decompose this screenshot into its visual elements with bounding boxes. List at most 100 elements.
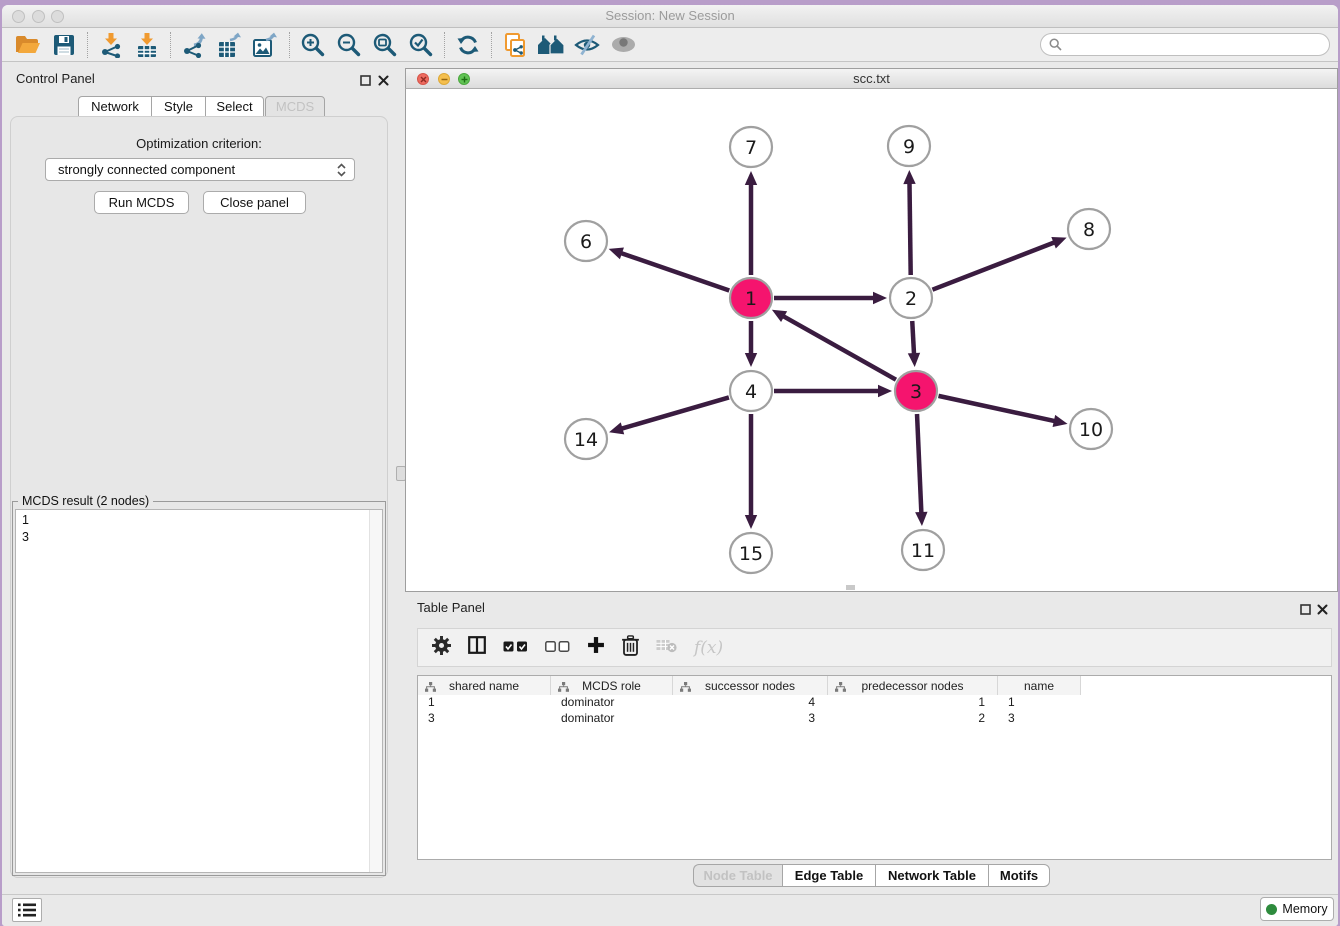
window-titlebar: Session: New Session (2, 5, 1338, 28)
refresh-layout-icon[interactable] (450, 30, 486, 60)
table-cell[interactable]: 2 (828, 711, 998, 727)
control-panel-tabs: Network Style Select MCDS (78, 96, 325, 117)
memory-button[interactable]: Memory (1260, 897, 1334, 921)
optimization-criterion-dropdown[interactable]: strongly connected component (45, 158, 355, 181)
add-column-icon[interactable] (587, 636, 605, 659)
float-table-panel-icon[interactable] (1300, 602, 1311, 620)
graph-edge[interactable] (909, 182, 910, 275)
table-cell[interactable]: 3 (673, 711, 828, 727)
graph-edge-arrowhead (878, 385, 892, 397)
run-mcds-button[interactable]: Run MCDS (94, 191, 189, 214)
close-window-icon[interactable] (12, 10, 25, 23)
close-panel-button[interactable]: Close panel (203, 191, 306, 214)
zoom-fit-icon[interactable] (367, 30, 403, 60)
mcds-result-values: 13 (22, 512, 29, 546)
graph-node-label: 4 (745, 381, 757, 403)
function-builder-icon[interactable]: f(x) (694, 638, 723, 658)
graph-edge[interactable] (917, 414, 921, 514)
maximize-window-icon[interactable] (51, 10, 64, 23)
column-header-shared-name[interactable]: shared name (418, 676, 551, 695)
graph-edge-arrowhead (609, 248, 624, 260)
column-header-successor-nodes[interactable]: successor nodes (673, 676, 828, 695)
graph-edge[interactable] (938, 396, 1055, 421)
hide-panel-eye-icon[interactable] (569, 30, 605, 60)
column-header-name[interactable]: name (998, 676, 1081, 695)
search-field[interactable] (1040, 33, 1330, 56)
table-cell[interactable]: 1 (418, 695, 551, 711)
clone-network-icon[interactable] (497, 30, 533, 60)
save-session-icon[interactable] (46, 30, 82, 60)
export-table-icon[interactable] (212, 30, 248, 60)
node-table[interactable]: shared name MCDS role successor nodes pr… (417, 675, 1332, 860)
graph-edge[interactable] (782, 316, 896, 380)
tab-motifs[interactable]: Motifs (988, 864, 1050, 887)
tab-mcds[interactable]: MCDS (265, 96, 325, 117)
search-input[interactable] (1067, 38, 1329, 52)
column-type-icon (835, 681, 846, 695)
toggle-panel-columns-icon[interactable] (468, 636, 486, 659)
select-all-icon[interactable] (503, 639, 528, 657)
mcds-result-title: MCDS result (2 nodes) (18, 494, 153, 508)
tab-select[interactable]: Select (205, 96, 264, 117)
mcds-result-textarea[interactable] (15, 509, 383, 873)
table-row[interactable]: 1dominator411 (418, 695, 1331, 711)
graph-edge[interactable] (620, 253, 729, 291)
graph-edge[interactable] (621, 397, 729, 429)
tab-node-table[interactable]: Node Table (693, 864, 782, 887)
table-cell[interactable]: 3 (418, 711, 551, 727)
import-table-icon[interactable] (129, 30, 165, 60)
column-header-predecessor-nodes[interactable]: predecessor nodes (828, 676, 998, 695)
search-icon (1049, 38, 1062, 51)
graph-node-label: 1 (745, 288, 757, 310)
network-canvas[interactable]: 1234678910111415 (406, 89, 1337, 591)
delete-column-trash-icon[interactable] (622, 635, 639, 661)
network-maximize-icon[interactable] (458, 73, 470, 85)
open-file-icon[interactable] (10, 30, 46, 60)
toolbar-divider (491, 32, 492, 58)
tab-network-table[interactable]: Network Table (875, 864, 988, 887)
home-view-icon[interactable] (533, 30, 569, 60)
graph-edge-arrowhead (609, 422, 624, 434)
show-panel-eye-icon[interactable] (605, 30, 641, 60)
graph-edge[interactable] (932, 242, 1055, 290)
zoom-selected-icon[interactable] (403, 30, 439, 60)
table-cell[interactable]: 1 (998, 695, 1081, 711)
graph-edge-arrowhead (915, 512, 927, 526)
export-image-icon[interactable] (248, 30, 284, 60)
close-panel-icon[interactable] (378, 73, 389, 91)
float-panel-icon[interactable] (360, 73, 371, 91)
table-cell[interactable]: 3 (998, 711, 1081, 727)
memory-status-icon (1266, 904, 1277, 915)
export-network-icon[interactable] (176, 30, 212, 60)
table-cell[interactable]: 4 (673, 695, 828, 711)
minimize-window-icon[interactable] (32, 10, 45, 23)
window-title: Session: New Session (2, 5, 1338, 27)
column-header-mcds-role[interactable]: MCDS role (551, 676, 673, 695)
result-scrollbar[interactable] (369, 510, 382, 872)
network-close-icon[interactable] (417, 73, 429, 85)
zoom-in-icon[interactable] (295, 30, 331, 60)
deselect-all-icon[interactable] (545, 639, 570, 657)
tab-network[interactable]: Network (78, 96, 151, 117)
settings-gear-icon[interactable] (432, 636, 451, 660)
network-window-titlebar[interactable]: scc.txt (405, 68, 1338, 89)
table-cell[interactable]: 1 (828, 695, 998, 711)
tab-edge-table[interactable]: Edge Table (782, 864, 875, 887)
zoom-out-icon[interactable] (331, 30, 367, 60)
table-row[interactable]: 3dominator323 (418, 711, 1331, 727)
tab-style[interactable]: Style (151, 96, 205, 117)
import-network-icon[interactable] (93, 30, 129, 60)
graph-edge-arrowhead (1051, 237, 1066, 249)
table-cell[interactable]: dominator (551, 711, 673, 727)
column-type-icon (558, 681, 569, 695)
network-minimize-icon[interactable] (438, 73, 450, 85)
optimization-criterion-label: Optimization criterion: (10, 136, 388, 151)
table-cell[interactable]: dominator (551, 695, 673, 711)
canvas-scroll-thumb[interactable] (846, 585, 855, 590)
list-icon (18, 903, 36, 917)
toolbar-divider (289, 32, 290, 58)
delete-table-icon[interactable] (656, 638, 677, 658)
close-table-panel-icon[interactable] (1317, 602, 1328, 620)
task-history-button[interactable] (12, 898, 42, 922)
graph-edge[interactable] (912, 321, 914, 355)
